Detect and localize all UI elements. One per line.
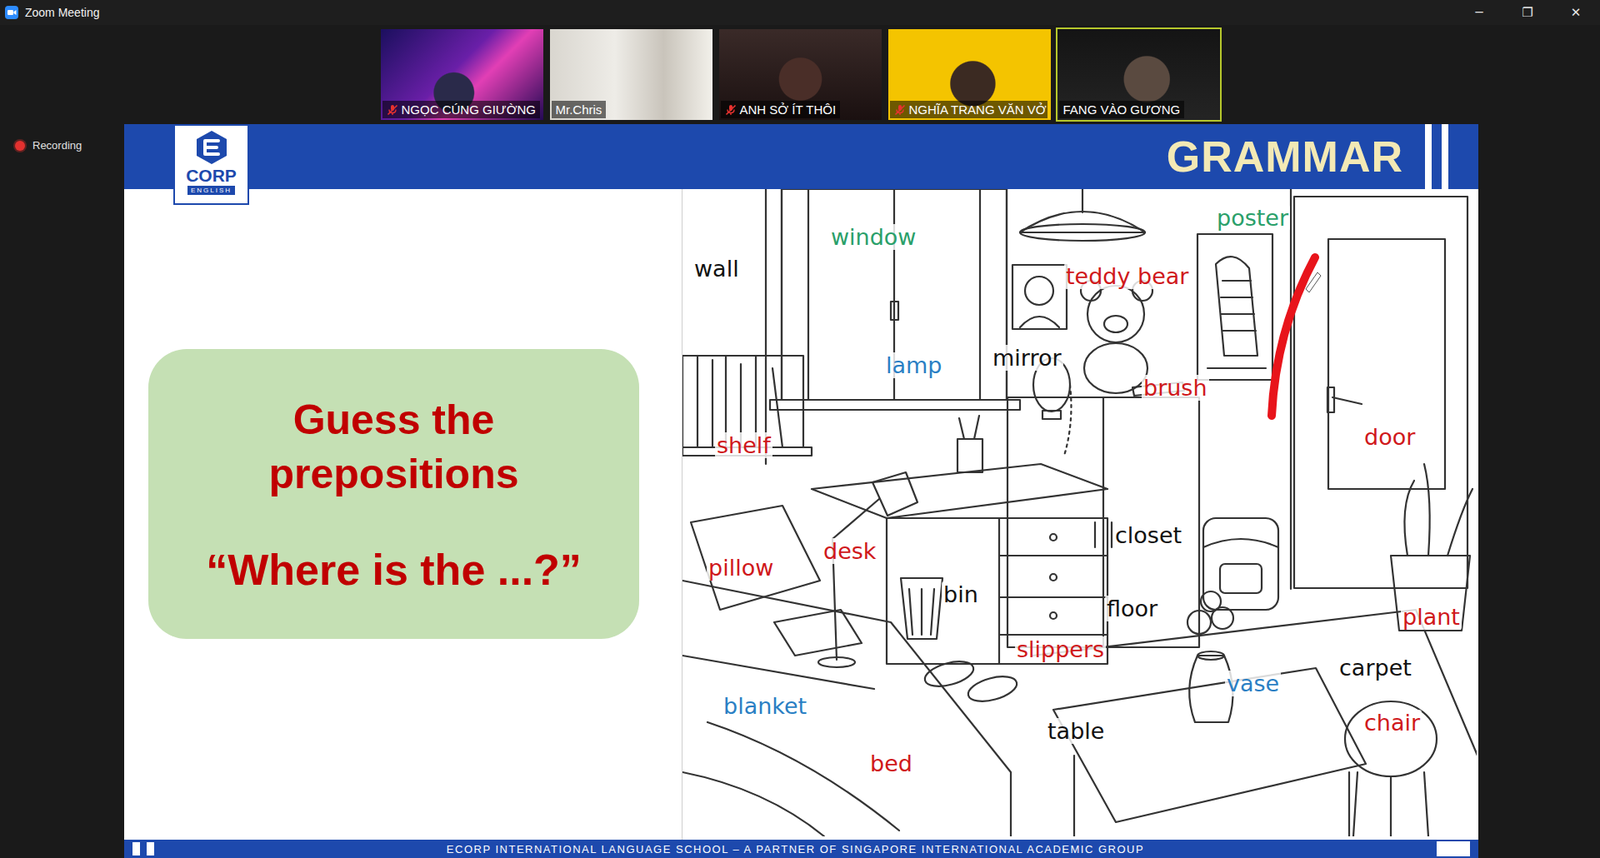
logo-hex-icon (195, 130, 229, 165)
muted-mic-icon-svg (894, 104, 906, 116)
muted-mic-icon-svg (386, 104, 399, 116)
vocabulary-label: bin (941, 581, 980, 608)
vocabulary-label: blanket (721, 693, 809, 720)
participant-name-label: NGHĨA TRANG VĂN VỞ (890, 100, 1048, 119)
zoom-app-icon-svg (5, 5, 19, 20)
slide-header: CORPENGLISHGRAMMAR (124, 124, 1479, 190)
muted-mic-icon (386, 104, 399, 116)
shared-slide: CORPENGLISHGRAMMARGuess theprepositions“… (124, 124, 1479, 858)
vocabulary-label: plant (1400, 604, 1462, 630)
window-controls: ─❐✕ (1455, 0, 1600, 25)
participant-strip: NGỌC CÚNG GIƯỜNG Mr.Chris ANH SỞ ÍT THÔI NG… (0, 25, 1600, 125)
room-illustration: window wall poster teddy bear lamp mirror brus… (681, 189, 1477, 840)
footer-text: ECORP INTERNATIONAL LANGUAGE SCHOOL – A … (160, 843, 1430, 856)
participant-name-label: Mr.Chris (551, 100, 607, 119)
participant-tile[interactable]: NGỌC CÚNG GIƯỜNG (379, 27, 545, 122)
meeting-area: RecordingCORPENGLISHGRAMMARGuess theprep… (0, 124, 1600, 858)
vocabulary-label: carpet (1337, 655, 1414, 681)
vocabulary-label: shelf (715, 432, 773, 459)
slide-left-panel: Guess theprepositions “Where is the ...?” (124, 189, 682, 840)
restore-button[interactable]: ❐ (1503, 0, 1552, 25)
card-title-line: Guess the (293, 393, 495, 448)
vocabulary-label: pillow (706, 555, 775, 581)
slide-footer: ECORP INTERNATIONAL LANGUAGE SCHOOL – A … (124, 840, 1479, 858)
card-question: “Where is the ...?” (205, 545, 582, 595)
header-stripe (1425, 124, 1432, 190)
participant-tile[interactable]: NGHĨA TRANG VĂN VỞ (886, 27, 1053, 122)
minimize-button[interactable]: ─ (1455, 0, 1504, 25)
footer-block (132, 842, 140, 856)
logo-brand: CORP (185, 166, 237, 185)
vocabulary-label: window (829, 224, 918, 250)
vocabulary-label: teddy bear (1064, 263, 1190, 290)
participant-tile[interactable]: FANG VÀO GƯƠNG (1055, 27, 1222, 122)
vocabulary-label: desk (821, 538, 878, 565)
participant-name: NGỌC CÚNG GIƯỜNG (401, 102, 537, 117)
close-button[interactable]: ✕ (1551, 0, 1600, 25)
participant-name-label: ANH SỞ ÍT THÔI (720, 100, 841, 119)
header-stripe (1441, 124, 1449, 190)
logo-hex-icon-svg (195, 130, 229, 165)
vocabulary-label: slippers (1015, 636, 1106, 663)
participant-tile[interactable]: ANH SỞ ÍT THÔI (717, 27, 884, 122)
recording-dot-icon (15, 140, 25, 151)
title-bar: Zoom Meeting─❐✕ (0, 0, 1600, 25)
participant-name: ANH SỞ ÍT THÔI (740, 102, 837, 117)
recording-indicator: Recording (15, 139, 125, 152)
recording-column: Recording (0, 124, 125, 858)
participant-name-label: FANG VÀO GƯƠNG (1059, 100, 1185, 119)
vocabulary-label: brush (1141, 375, 1210, 401)
footer-block (146, 842, 155, 856)
vocabulary-label: closet (1113, 522, 1184, 549)
muted-mic-icon (725, 104, 737, 116)
vocabulary-label: bed (868, 750, 915, 777)
recording-label: Recording (32, 139, 82, 152)
vocabulary-label: table (1045, 718, 1106, 745)
participant-name: FANG VÀO GƯƠNG (1063, 102, 1181, 117)
vocabulary-label: door (1362, 424, 1417, 450)
window-title: Zoom Meeting (25, 5, 1455, 20)
vocabulary-label: poster (1215, 205, 1290, 231)
muted-mic-icon-svg (725, 104, 737, 116)
zoom-app-icon (5, 5, 19, 20)
logo-subtitle: ENGLISH (187, 185, 235, 195)
vocabulary-label: vase (1225, 670, 1281, 697)
card-title-line: prepositions (268, 447, 519, 502)
prompt-card: Guess theprepositions “Where is the ...?” (148, 349, 640, 640)
participant-name-label: NGỌC CÚNG GIƯỜNG (382, 100, 540, 119)
slide-heading: GRAMMAR (1166, 131, 1404, 182)
participant-name: NGHĨA TRANG VĂN VỞ (909, 102, 1047, 117)
participant-tile[interactable]: Mr.Chris (548, 27, 715, 122)
slide-body: Guess theprepositions “Where is the ...?”… (124, 189, 1479, 840)
participant-name: Mr.Chris (555, 102, 603, 117)
ecorp-logo: CORPENGLISH (173, 124, 250, 205)
vocabulary-label: chair (1362, 710, 1422, 736)
vocabulary-label: lamp (884, 352, 945, 379)
right-margin (1478, 124, 1600, 858)
footer-crest-icon (1436, 841, 1470, 857)
muted-mic-icon (894, 104, 906, 116)
vocabulary-label: floor (1105, 595, 1160, 622)
vocabulary-label: wall (692, 255, 741, 282)
vocabulary-label: mirror (990, 345, 1064, 371)
